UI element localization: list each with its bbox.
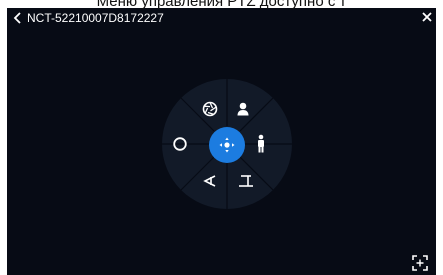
pan-tilt-joystick[interactable]: [209, 127, 245, 163]
close-icon: [422, 12, 432, 22]
person-full-icon: [258, 134, 264, 153]
ptz-info-banner: Меню управления PTZ доступно с т: [96, 0, 347, 10]
screen: Меню управления PTZ доступно с т NCT-522…: [0, 0, 443, 275]
back-button[interactable]: [11, 10, 25, 26]
move-arrows-icon: [219, 137, 235, 153]
camera-view[interactable]: NCT-52210007D8172227: [7, 8, 436, 275]
focus-near-icon: [203, 175, 216, 187]
expand-icon: [412, 255, 428, 271]
device-id-label: NCT-52210007D8172227: [27, 11, 164, 25]
circle-icon: [173, 137, 187, 151]
preset-button[interactable]: [165, 129, 195, 159]
focus-far-icon: [239, 175, 253, 187]
aperture-icon: [202, 101, 218, 117]
iris-button[interactable]: [195, 94, 225, 124]
top-bar: NCT-52210007D8172227: [7, 8, 436, 30]
focus-near-button[interactable]: [195, 166, 225, 196]
person-head-icon: [237, 102, 249, 116]
zoom-out-person-button[interactable]: [246, 129, 276, 159]
fullscreen-button[interactable]: [412, 255, 428, 271]
close-button[interactable]: [420, 10, 434, 24]
zoom-in-portrait-button[interactable]: [228, 94, 258, 124]
ptz-control-wheel: [162, 79, 292, 209]
chevron-left-icon: [13, 12, 21, 24]
focus-far-button[interactable]: [231, 166, 261, 196]
